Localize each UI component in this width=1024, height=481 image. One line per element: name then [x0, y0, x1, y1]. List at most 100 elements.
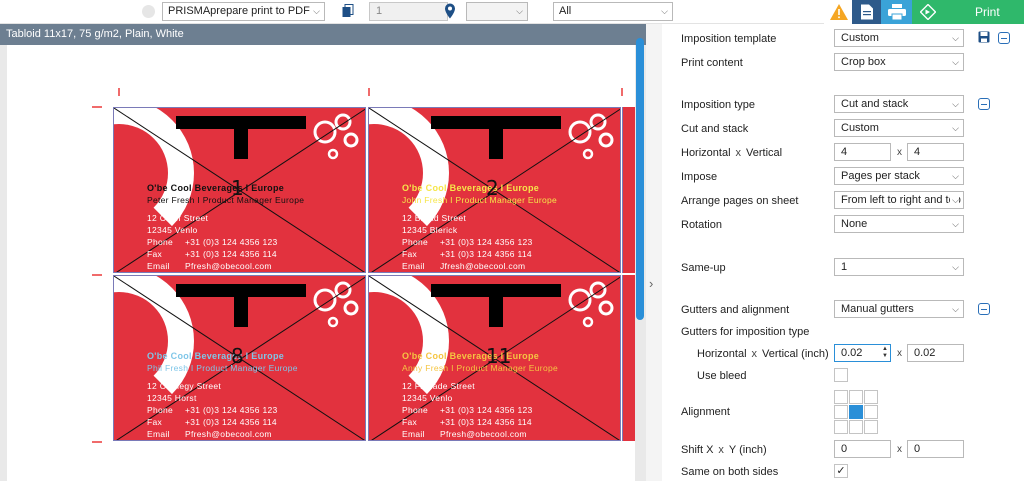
gutter-horizontal-label: Horizontal [697, 348, 747, 360]
impose-select[interactable]: Pages per stack ⌵ [834, 167, 964, 185]
top-toolbar: PRISMAprepare print to PDF ⌵ 1 ⌵ All ⌵ P… [0, 0, 1024, 24]
card-fax-value: +31 (0)3 124 4356 114 [440, 249, 532, 259]
horizontal-count-input[interactable]: 4 [834, 143, 891, 161]
print-diamond-icon [919, 3, 937, 23]
vertical-count-input[interactable]: 4 [907, 143, 964, 161]
shift-y-input[interactable]: 0 [907, 440, 964, 458]
imposition-type-select[interactable]: Cut and stack ⌵ [834, 95, 964, 113]
card-phone: Phone +31 (0)3 124 4356 123 [402, 237, 533, 247]
x-separator: x [751, 348, 758, 360]
alignment-cell[interactable] [864, 390, 878, 404]
chevron-down-icon: ⌵ [950, 168, 959, 184]
print-button-label: Print [975, 5, 1000, 19]
card-fax-value: +31 (0)3 124 4356 114 [185, 249, 277, 259]
card-fax: Fax +31 (0)3 124 4356 114 [402, 417, 532, 427]
document-button[interactable] [852, 0, 881, 24]
gutters-value: Manual gutters [841, 303, 914, 315]
gutters-select[interactable]: Manual gutters ⌵ [834, 300, 964, 318]
x-separator: x [718, 444, 724, 456]
alignment-cell[interactable] [849, 420, 863, 434]
card-phone-key: Phone [147, 405, 174, 415]
page-number: 1 [231, 176, 244, 200]
save-icon[interactable] [978, 31, 990, 46]
preview-header: Tabloid 11x17, 75 g/m2, Plain, White [0, 24, 646, 45]
use-bleed-checkbox[interactable] [834, 368, 848, 382]
card-phone-key: Phone [402, 405, 429, 415]
same-up-select[interactable]: 1 ⌵ [834, 258, 964, 276]
card-phone: Phone +31 (0)3 124 4356 123 [147, 237, 278, 247]
print-content-select[interactable]: Crop box ⌵ [834, 53, 964, 71]
alignment-cell[interactable] [849, 390, 863, 404]
by-separator: x [897, 348, 902, 359]
alignment-cell[interactable] [864, 420, 878, 434]
card-email-key: Email [147, 261, 170, 271]
spinner-icon[interactable]: ▲ ▼ [882, 346, 888, 360]
card-fax-key: Fax [147, 249, 163, 259]
warning-button[interactable] [824, 0, 852, 24]
alignment-cell[interactable] [834, 420, 848, 434]
alignment-cell[interactable] [849, 405, 863, 419]
by-separator: x [897, 444, 902, 455]
chevron-down-icon: ⌵ [950, 301, 959, 317]
chevron-down-icon: ⌵ [950, 120, 959, 136]
page-number: 8 [231, 344, 244, 368]
panel-collapse-strip[interactable]: › [646, 24, 662, 481]
card-fax-key: Fax [147, 417, 163, 427]
print-button[interactable]: Print [912, 0, 1024, 24]
printer-select[interactable]: PRISMAprepare print to PDF ⌵ [162, 2, 325, 21]
x-separator: x [735, 147, 742, 159]
printer-settings-button[interactable] [881, 0, 912, 24]
card-person: Peter Fresh I Product Manager Europe [147, 195, 305, 205]
arrange-select[interactable]: From left to right and top ⌵ [834, 191, 964, 209]
gutter-vertical-input[interactable]: 0.02 [907, 344, 964, 362]
card-phone: Phone +31 (0)3 124 4356 123 [402, 405, 533, 415]
gutter-hv-label: Horizontal x Vertical (inch) [697, 348, 829, 360]
card-phone-key: Phone [402, 237, 429, 247]
imposition-type-value: Cut and stack [841, 98, 909, 110]
rotation-select[interactable]: None ⌵ [834, 215, 964, 233]
card-person: Anny Fresh I Product Manager Europe [402, 363, 559, 373]
crop-mark [368, 88, 370, 96]
settings-panel: Imposition template Custom ⌵ Print conten… [662, 24, 1024, 481]
alignment-cell[interactable] [834, 405, 848, 419]
preview-scrollbar[interactable] [636, 38, 644, 320]
imposition-template-label: Imposition template [681, 33, 777, 45]
card-company: O'be Cool Beverages I Europe [147, 183, 285, 193]
crop-mark [621, 88, 623, 96]
card-phone-value: +31 (0)3 124 4356 123 [440, 405, 533, 415]
gutter-horizontal-input[interactable]: 0.02 ▲ ▼ [834, 344, 891, 362]
card-person: John Fresh I Product Manager Europe [402, 195, 558, 205]
imposition-template-select[interactable]: Custom ⌵ [834, 29, 964, 47]
same-both-sides-label: Same on both sides [681, 466, 779, 478]
use-bleed-label: Use bleed [697, 370, 747, 382]
same-both-sides-checkbox[interactable]: ✓ [834, 464, 848, 478]
page-number: 2 [486, 176, 499, 200]
imposition-template-value: Custom [841, 32, 879, 44]
card-address-city: 12345 Venlo [402, 393, 453, 403]
rotation-label: Rotation [681, 219, 722, 231]
crop-mark [92, 441, 102, 443]
collapse-imposition-button[interactable] [978, 98, 990, 110]
chevron-down-icon: ⌵ [950, 30, 959, 46]
alignment-cell[interactable] [834, 390, 848, 404]
chevron-down-icon: ⌵ [950, 54, 959, 70]
collapse-gutters-button[interactable] [978, 303, 990, 315]
status-circle-icon [142, 5, 155, 18]
copies-input[interactable]: 1 [369, 2, 448, 21]
alignment-label: Alignment [681, 406, 730, 418]
filter-select-value: All [559, 5, 572, 17]
print-content-label: Print content [681, 57, 743, 69]
card-fax-value: +31 (0)3 124 4356 114 [185, 417, 277, 427]
chevron-down-icon: ⌵ [516, 3, 523, 20]
arrange-value: From left to right and top [841, 194, 961, 206]
chevron-down-icon: ⌵ [661, 6, 668, 16]
location-select[interactable]: ⌵ [466, 2, 528, 21]
business-card: O'be Cool Beverages I Europe John Fresh I… [368, 107, 621, 273]
shift-x-input[interactable]: 0 [834, 440, 891, 458]
alignment-cell[interactable] [864, 405, 878, 419]
collapse-template-button[interactable] [998, 32, 1010, 44]
card-email: Email Pfresh@obecool.com [147, 261, 272, 271]
filter-select[interactable]: All ⌵ [553, 2, 673, 21]
chevron-down-icon: ⌵ [950, 259, 959, 275]
cut-and-stack-select[interactable]: Custom ⌵ [834, 119, 964, 137]
